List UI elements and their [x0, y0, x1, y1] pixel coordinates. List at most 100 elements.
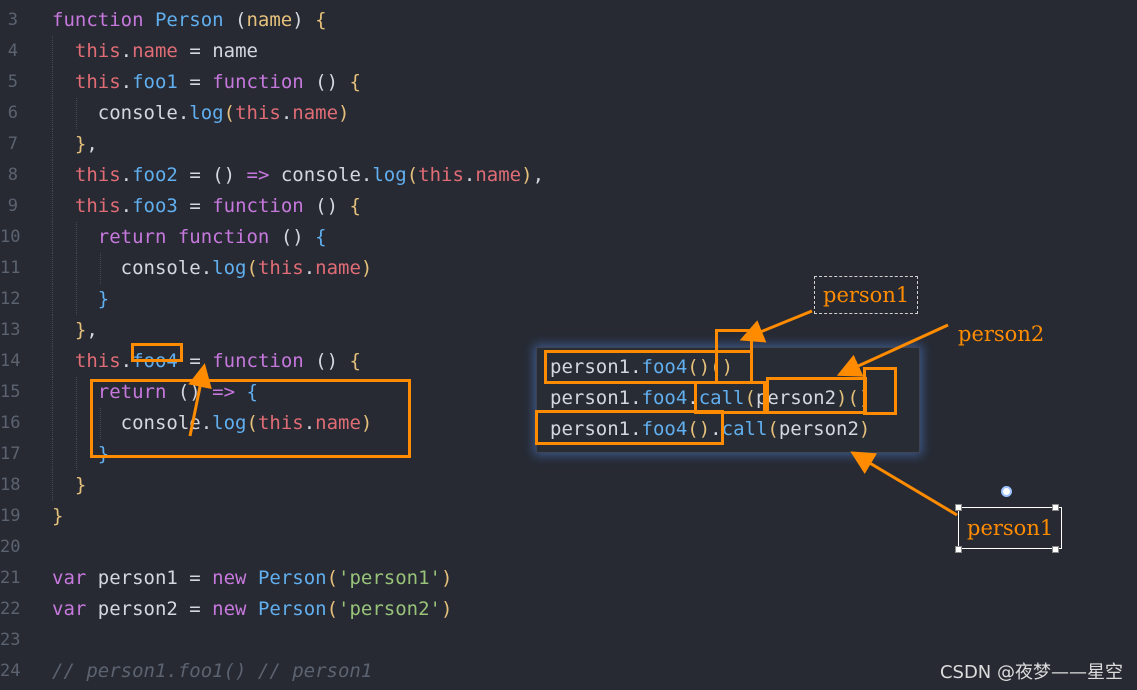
- line-number: 21: [0, 568, 21, 588]
- code-token: name: [315, 257, 361, 279]
- code-token: log: [212, 257, 247, 279]
- code-token: =>: [246, 164, 270, 186]
- code-token: this: [74, 164, 121, 186]
- code-token: person1.: [550, 387, 642, 409]
- code-token: (): [303, 195, 350, 217]
- annotation-label-person2: person2: [958, 322, 1045, 346]
- code-token: console.: [269, 164, 373, 186]
- resize-handle[interactable]: [955, 504, 962, 511]
- code-text: function Person (name) {: [52, 5, 327, 36]
- line-number: 7: [7, 134, 18, 154]
- code-token: ): [441, 598, 453, 620]
- code-token: call: [721, 418, 768, 440]
- line-number: 6: [7, 103, 18, 123]
- code-token: }: [74, 133, 87, 155]
- code-line[interactable]: 21 var person1 = new Person('person1'): [0, 563, 1137, 594]
- code-line[interactable]: 6 console.log(this.name): [0, 98, 1137, 129]
- code-token: .: [303, 257, 316, 279]
- code-token: 'person2': [338, 598, 441, 620]
- code-line[interactable]: 23: [0, 625, 1137, 656]
- code-text: this.foo4 = function () {: [52, 346, 361, 377]
- line-number: 14: [0, 351, 21, 371]
- code-token: person2: [778, 418, 859, 440]
- code-token: .: [120, 71, 133, 93]
- highlight-popup-line2-parens: [863, 367, 897, 415]
- code-token: .: [120, 164, 133, 186]
- code-token: (: [326, 598, 339, 620]
- code-token: {: [349, 71, 361, 93]
- code-line[interactable]: 5 this.foo1 = function () {: [0, 67, 1137, 98]
- code-token: (): [303, 350, 350, 372]
- code-token: Person: [257, 567, 327, 589]
- line-number: 18: [0, 475, 21, 495]
- line-number: 23: [0, 630, 21, 650]
- code-token: }: [97, 288, 110, 310]
- resize-handle[interactable]: [1052, 546, 1059, 553]
- code-text: }: [52, 284, 109, 315]
- line-number: 24: [0, 661, 21, 681]
- code-token: .: [280, 102, 293, 124]
- code-token: ): [338, 102, 350, 124]
- code-line[interactable]: 8 this.foo2 = () => console.log(this.nam…: [0, 160, 1137, 191]
- code-token: =: [177, 195, 213, 217]
- code-text: console.log(this.name): [52, 253, 373, 284]
- line-number: 20: [0, 537, 21, 557]
- resize-handle[interactable]: [955, 546, 962, 553]
- code-token: this: [74, 350, 121, 372]
- highlight-popup-line1-second-parens: [715, 329, 753, 384]
- code-token: name: [292, 102, 339, 124]
- code-token: new: [212, 567, 247, 589]
- code-token: {: [315, 226, 327, 248]
- code-line[interactable]: 22 var person2 = new Person('person2'): [0, 594, 1137, 625]
- code-line[interactable]: 9 this.foo3 = function () {: [0, 191, 1137, 222]
- code-token: = (): [177, 164, 247, 186]
- code-token: function: [212, 350, 304, 372]
- code-token: (): [269, 226, 316, 248]
- highlight-arrow-function-body: [90, 379, 411, 458]
- line-number: 11: [0, 258, 21, 278]
- code-text: console.log(this.name): [52, 98, 350, 129]
- code-token: }: [74, 319, 87, 341]
- resize-handle[interactable]: [1052, 504, 1059, 511]
- code-line[interactable]: 11 console.log(this.name): [0, 253, 1137, 284]
- code-token: name: [475, 164, 522, 186]
- code-text: },: [52, 315, 98, 346]
- code-text: this.name = name: [52, 36, 258, 67]
- code-token: ): [360, 257, 373, 279]
- code-line[interactable]: 10 return function () {: [0, 222, 1137, 253]
- code-token: ,: [532, 164, 545, 186]
- code-token: }: [74, 474, 87, 496]
- code-token: = name: [177, 40, 258, 62]
- code-text: },: [52, 129, 98, 160]
- code-text: var person1 = new Person('person1'): [52, 563, 452, 594]
- watermark: CSDN @夜梦——星空: [939, 662, 1123, 683]
- code-token: console.: [52, 257, 213, 279]
- code-token: var: [52, 598, 87, 620]
- code-token: {: [315, 9, 327, 31]
- annotation-label-person1-bottom[interactable]: person1: [958, 507, 1063, 549]
- code-line[interactable]: 4 this.name = name: [0, 36, 1137, 67]
- line-number: 19: [0, 506, 21, 526]
- code-token: ): [441, 567, 453, 589]
- code-line[interactable]: 3 function Person (name) {: [0, 5, 1137, 36]
- line-number: 16: [0, 413, 21, 433]
- code-token: name: [246, 9, 293, 31]
- code-token: log: [372, 164, 407, 186]
- rotate-handle[interactable]: [1001, 486, 1012, 497]
- code-line[interactable]: 18 }: [0, 470, 1137, 501]
- highlight-foo4-name: [131, 343, 183, 362]
- code-token: ): [858, 418, 871, 440]
- code-line[interactable]: 7 },: [0, 129, 1137, 160]
- code-token: (: [223, 102, 236, 124]
- code-line[interactable]: 12 }: [0, 284, 1137, 315]
- code-token: ): [292, 9, 316, 31]
- code-token: Person: [154, 9, 224, 31]
